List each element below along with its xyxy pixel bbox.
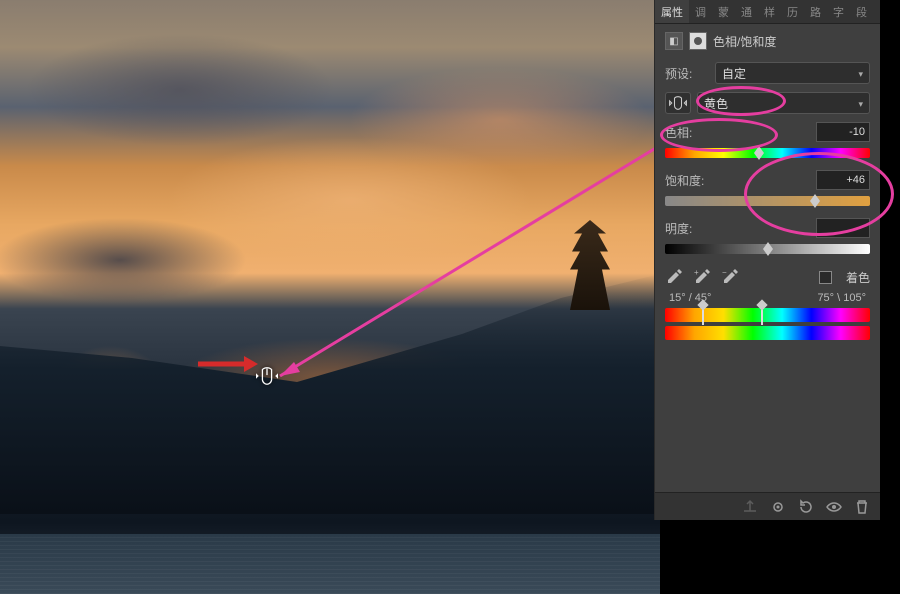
lightness-slider-thumb[interactable] xyxy=(763,242,773,256)
saturation-row: 饱和度: xyxy=(655,166,880,194)
hue-input[interactable] xyxy=(816,122,870,142)
hue-range-labels: 15° / 45° 75° \ 105° xyxy=(655,292,880,304)
preset-row: 预设: 自定 ▾ xyxy=(655,58,880,88)
view-previous-icon[interactable] xyxy=(770,499,786,515)
adjustment-title-row: ◧ 色相/饱和度 xyxy=(655,24,880,58)
tab-adjust[interactable]: 调 xyxy=(689,0,712,23)
preset-value: 自定 xyxy=(722,65,746,82)
tab-mask[interactable]: 蒙 xyxy=(712,0,735,23)
svg-text:−: − xyxy=(722,268,727,277)
tab-path[interactable]: 路 xyxy=(804,0,827,23)
tab-history[interactable]: 历 xyxy=(781,0,804,23)
hue-label: 色相: xyxy=(665,124,709,141)
properties-panel: 属性 调 蒙 通 样 历 路 字 段 ◧ 色相/饱和度 预设: 自定 ▾ 黄色 … xyxy=(654,0,880,520)
tab-channel[interactable]: 通 xyxy=(735,0,758,23)
eyedropper-row: + − 着色 xyxy=(655,262,880,292)
lightness-slider[interactable] xyxy=(665,244,870,254)
svg-text:+: + xyxy=(694,268,699,277)
saturation-slider-thumb[interactable] xyxy=(810,194,820,208)
panel-tabs: 属性 调 蒙 通 样 历 路 字 段 xyxy=(655,0,880,24)
layer-mask-icon[interactable] xyxy=(689,32,707,50)
chevron-down-icon: ▾ xyxy=(858,99,863,110)
chevron-down-icon: ▾ xyxy=(858,69,863,80)
eyedropper-plus-icon[interactable]: + xyxy=(693,268,711,286)
saturation-input[interactable] xyxy=(816,170,870,190)
clip-to-layer-icon xyxy=(742,499,758,515)
hue-range-bar-top[interactable] xyxy=(665,308,870,322)
preset-label: 预设: xyxy=(665,65,709,82)
trash-icon[interactable] xyxy=(854,499,870,515)
color-range-select[interactable]: 黄色 ▾ xyxy=(697,92,870,114)
saturation-slider[interactable] xyxy=(665,196,870,206)
color-range-row: 黄色 ▾ xyxy=(655,88,880,118)
tab-char[interactable]: 字 xyxy=(827,0,850,23)
hue-range-right: 75° \ 105° xyxy=(817,292,866,304)
scrubby-tool-button[interactable] xyxy=(665,92,691,114)
water-layer xyxy=(0,534,660,594)
color-range-value: 黄色 xyxy=(704,95,728,112)
hue-range-handles[interactable] xyxy=(702,305,764,325)
image-canvas[interactable] xyxy=(0,0,660,594)
eyedropper-minus-icon[interactable]: − xyxy=(721,268,739,286)
tab-properties[interactable]: 属性 xyxy=(655,0,689,23)
tab-style[interactable]: 样 xyxy=(758,0,781,23)
scrubby-cursor-icon xyxy=(256,366,278,386)
pagoda-silhouette xyxy=(570,220,610,310)
tab-para[interactable]: 段 xyxy=(850,0,873,23)
lightness-label: 明度: xyxy=(665,220,709,237)
visibility-icon[interactable] xyxy=(826,499,842,515)
lightness-row: 明度: xyxy=(655,214,880,242)
eyedropper-icon[interactable] xyxy=(665,268,683,286)
hue-range-bar-bottom xyxy=(665,326,870,340)
reset-icon[interactable] xyxy=(798,499,814,515)
adjustment-type-icon: ◧ xyxy=(665,32,683,50)
hue-slider-thumb[interactable] xyxy=(754,146,764,160)
hue-slider[interactable] xyxy=(665,148,870,158)
colorize-label: 着色 xyxy=(846,269,870,286)
annotation-arrow-red xyxy=(198,354,258,374)
panel-footer xyxy=(655,492,880,520)
hue-row: 色相: xyxy=(655,118,880,146)
saturation-label: 饱和度: xyxy=(665,172,709,189)
adjustment-title: 色相/饱和度 xyxy=(713,33,776,50)
lightness-input[interactable] xyxy=(816,218,870,238)
preset-select[interactable]: 自定 ▾ xyxy=(715,62,870,84)
colorize-checkbox[interactable] xyxy=(819,271,832,284)
